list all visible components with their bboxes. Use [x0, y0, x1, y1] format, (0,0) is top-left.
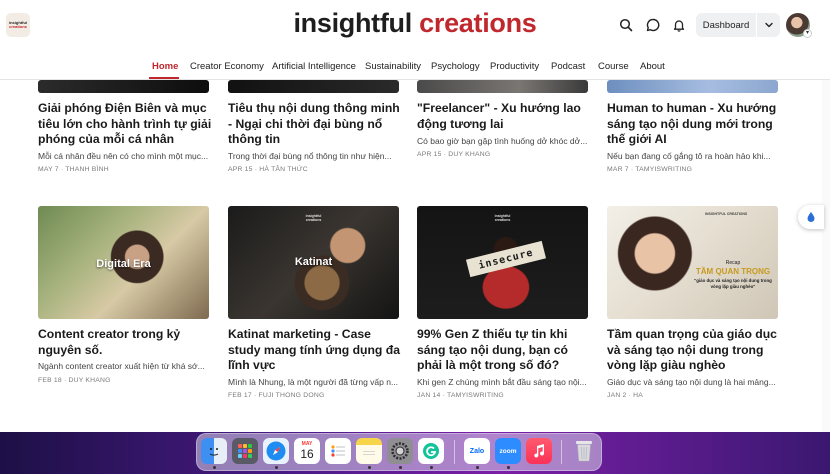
thumbnail-label: insecure — [477, 246, 535, 272]
post-thumbnail[interactable]: insightful creations insecure — [417, 206, 588, 319]
brand-part-2: creations — [419, 8, 537, 38]
zalo-label: Zalo — [469, 447, 485, 455]
post-title[interactable]: Katinat marketing - Case study mang tính… — [228, 327, 404, 374]
thumbnail-subtitle: "giáo dục và sáng tạo nội dung trong vòn… — [694, 278, 772, 289]
app-running-dot — [368, 466, 371, 469]
post-meta: APR 15 · DUY KHANG — [417, 151, 491, 158]
post-meta: FEB 17 · FUJI THONG DONG — [228, 392, 325, 399]
post-title[interactable]: Content creator trong kỷ nguyên số. — [38, 327, 214, 358]
nav-item-about[interactable]: About — [640, 61, 665, 72]
thumbnail-logo: insightful creations — [305, 214, 322, 222]
thumbnail-logo: insightful creations — [494, 214, 511, 222]
chevron-down-icon — [764, 22, 773, 28]
floating-drop-icon-button[interactable] — [798, 205, 824, 229]
post-thumbnail[interactable]: INSIGHTFUL CREATIONS Recap TẦM QUAN TRỌN… — [607, 206, 778, 319]
nav-item-course[interactable]: Course — [598, 61, 629, 72]
post-thumbnail[interactable]: insightful creations Katinat — [228, 206, 399, 319]
page-scrollbar[interactable] — [822, 80, 830, 432]
zalo-icon[interactable]: Zalo — [464, 438, 490, 464]
post-excerpt: Có bao giờ bạn gặp tình huống dở khóc dở… — [417, 136, 588, 146]
post-title[interactable]: Tầm quan trọng của giáo dục và sáng tạo … — [607, 327, 783, 374]
post-meta: JAN 2 · HA — [607, 392, 643, 399]
post-meta: APR 15 · HÀ TÂN THỨC — [228, 166, 308, 173]
post-title[interactable]: Tiêu thụ nội dung thông minh - Ngại chi … — [228, 101, 404, 148]
post-meta: FEB 18 · DUY KHANG — [38, 377, 111, 384]
launchpad-icon[interactable] — [232, 438, 258, 464]
post-thumbnail[interactable]: Digital Era — [38, 206, 209, 319]
music-icon[interactable] — [526, 438, 552, 464]
post-excerpt: Trong thời đại bùng nổ thông tin như hiệ… — [228, 151, 392, 161]
post-title[interactable]: "Freelancer" - Xu hướng lao động tương l… — [417, 101, 593, 132]
post-thumbnail[interactable] — [607, 80, 778, 93]
dashboard-button[interactable]: Dashboard — [696, 13, 756, 37]
zoom-icon[interactable]: zoom — [495, 438, 521, 464]
thumbnail-logo: INSIGHTFUL CREATIONS — [705, 212, 748, 216]
thumbnail-label: TẦM QUAN TRỌNG — [695, 267, 771, 276]
nav-item-creator-economy[interactable]: Creator Economy — [190, 61, 264, 72]
thumbnail-label: Katinat — [294, 256, 333, 268]
app-running-dot — [399, 466, 402, 469]
post-excerpt: Mỗi cá nhân đều nên có cho mình một mục.… — [38, 151, 209, 161]
thumbnail-label: Digital Era — [96, 258, 151, 270]
nav-active-indicator — [149, 77, 179, 79]
notes-icon[interactable] — [356, 438, 382, 464]
water-drop-icon — [807, 212, 815, 222]
nav-item-productivity[interactable]: Productivity — [490, 61, 539, 72]
zoom-label: zoom — [499, 447, 517, 455]
main-nav: Home Creator Economy Artificial Intellig… — [0, 52, 830, 80]
grammarly-icon[interactable] — [418, 438, 444, 464]
reminders-icon[interactable] — [325, 438, 351, 464]
post-excerpt: Giáo dục và sáng tạo nội dung là hai mản… — [607, 377, 776, 387]
app-running-dot — [213, 466, 216, 469]
nav-item-psychology[interactable]: Psychology — [431, 61, 480, 72]
nav-item-sustainability[interactable]: Sustainability — [365, 61, 421, 72]
post-meta: MAR 7 · TAMYISWRITING — [607, 166, 693, 173]
bell-icon[interactable] — [669, 15, 689, 35]
dock-separator — [561, 440, 562, 464]
post-thumbnail[interactable] — [228, 80, 399, 93]
avatar-chevron-icon[interactable]: ▾ — [803, 29, 812, 38]
nav-item-home[interactable]: Home — [152, 61, 178, 72]
dock-separator — [454, 440, 455, 464]
chat-icon[interactable] — [643, 15, 663, 35]
trash-icon[interactable] — [571, 438, 597, 464]
post-excerpt: Ngành content creator xuất hiện từ khá s… — [38, 361, 205, 371]
post-excerpt: Mình là Nhung, là một người đã từng vấp … — [228, 377, 399, 387]
insecure-tape: insecure — [465, 240, 547, 278]
nav-item-artificial-intelligence[interactable]: Artificial Intelligence — [272, 61, 356, 72]
app-running-dot — [476, 466, 479, 469]
calendar-day: 16 — [300, 447, 314, 461]
post-title[interactable]: Human to human - Xu hướng sáng tạo nội d… — [607, 101, 783, 148]
brand-part-1: insightful — [293, 8, 412, 38]
post-excerpt: Khi gen Z chúng mình bắt đầu sáng tạo nộ… — [417, 377, 587, 387]
post-meta: JAN 14 · TAMYISWRITING — [417, 392, 504, 399]
post-meta: MAY 7 · THANH BÌNH — [38, 166, 109, 173]
calendar-icon[interactable]: MAY 16 — [294, 438, 320, 464]
nav-item-podcast[interactable]: Podcast — [551, 61, 585, 72]
post-title[interactable]: Giải phóng Điện Biên và mục tiêu lớn cho… — [38, 101, 214, 148]
post-title[interactable]: 99% Gen Z thiếu tự tin khi sáng tạo nội … — [417, 327, 593, 374]
app-running-dot — [430, 466, 433, 469]
thumbnail-recap-label: Recap — [725, 260, 741, 266]
dashboard-dropdown-button[interactable] — [757, 13, 780, 37]
app-running-dot — [507, 466, 510, 469]
finder-icon[interactable] — [201, 438, 227, 464]
post-thumbnail[interactable] — [38, 80, 209, 93]
system-settings-icon[interactable] — [387, 438, 413, 464]
search-icon[interactable] — [616, 15, 636, 35]
post-thumbnail[interactable] — [417, 80, 588, 93]
site-header: insightful creations insightful creation… — [0, 0, 830, 52]
post-excerpt: Nếu bạn đang cố gắng tô ra hoàn hảo khi.… — [607, 151, 771, 161]
app-running-dot — [275, 466, 278, 469]
safari-icon[interactable] — [263, 438, 289, 464]
